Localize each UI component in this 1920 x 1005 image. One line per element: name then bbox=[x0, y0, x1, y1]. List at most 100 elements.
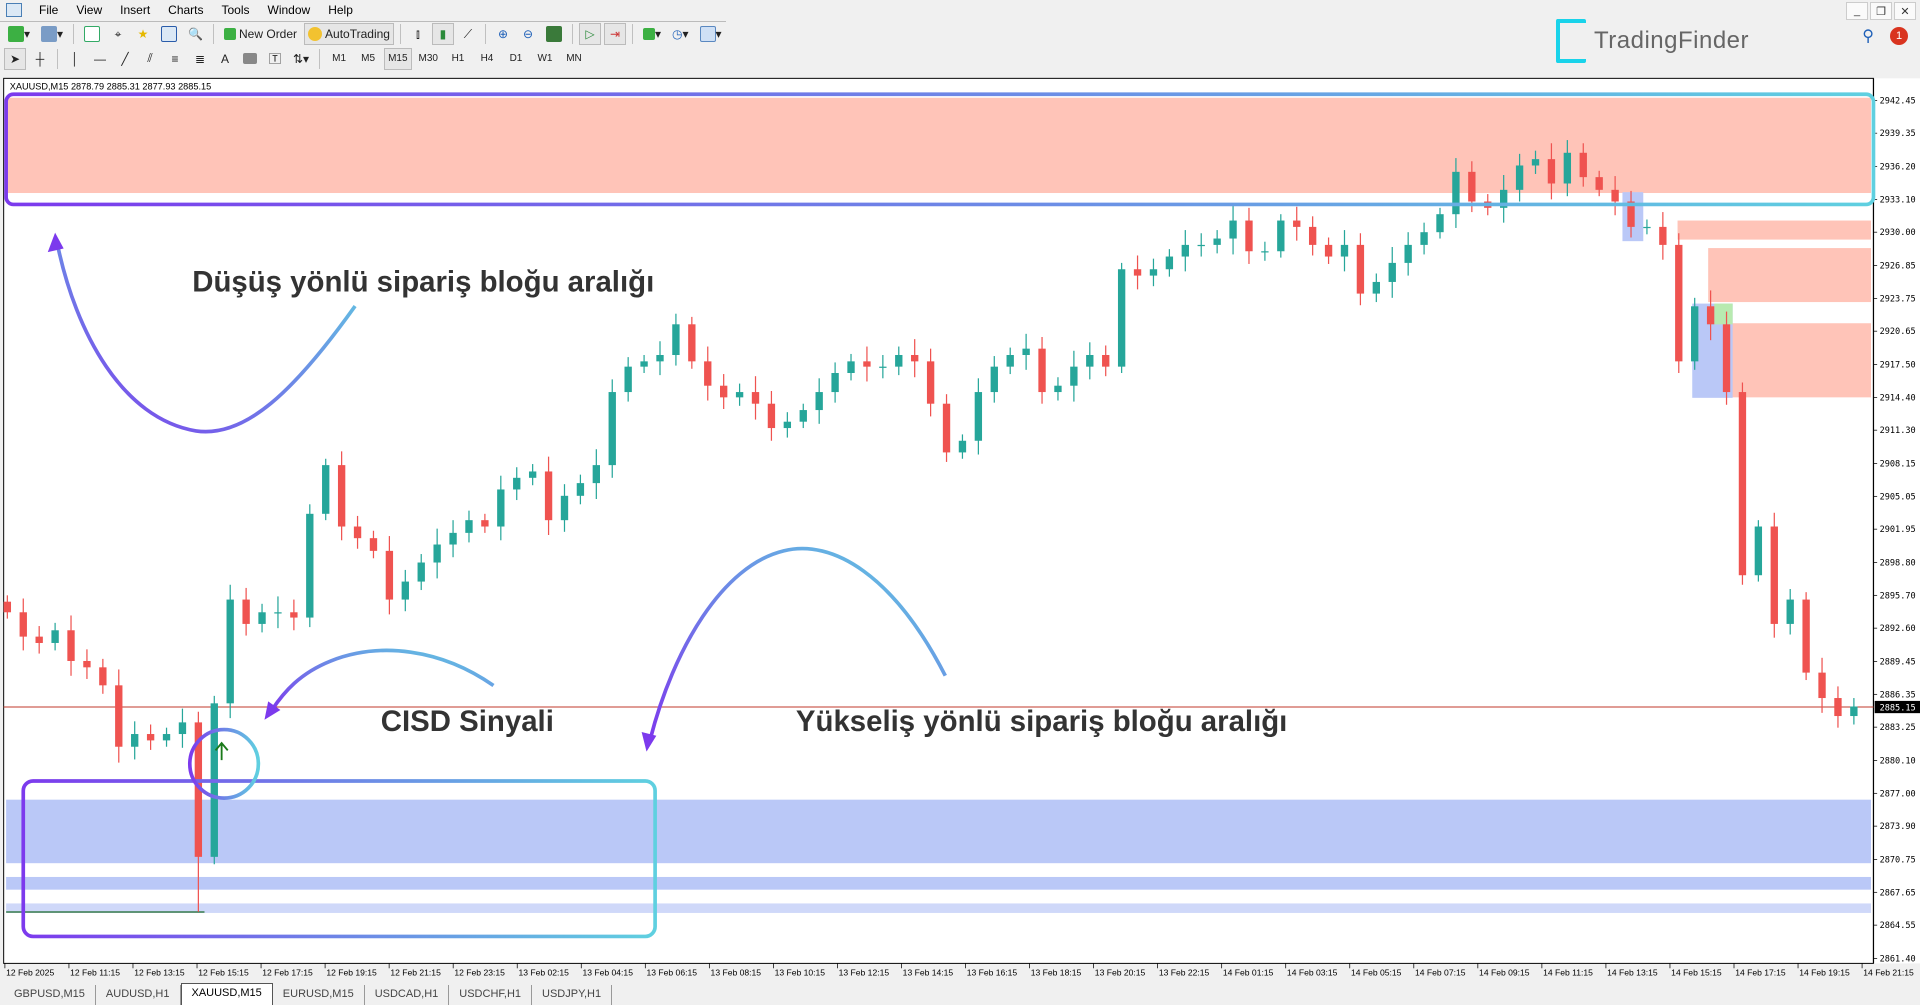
price-label: 2914.40 bbox=[1880, 393, 1916, 403]
tab-eurusd-m15[interactable]: EURUSD,M15 bbox=[273, 985, 365, 1005]
candle-body bbox=[1340, 244, 1349, 257]
price-label: 2939.35 bbox=[1880, 129, 1916, 139]
time-label: 13 Feb 04:15 bbox=[582, 968, 633, 978]
candle-body bbox=[1595, 177, 1603, 190]
price-label: 2883.25 bbox=[1880, 723, 1916, 733]
candle-body bbox=[1356, 244, 1365, 294]
candle-body bbox=[131, 734, 139, 747]
price-label: 2933.10 bbox=[1880, 195, 1916, 205]
time-label: 12 Feb 11:15 bbox=[70, 968, 120, 978]
candle-body bbox=[751, 392, 760, 404]
cisd-label: CISD Sinyali bbox=[381, 705, 554, 738]
candle-body bbox=[178, 722, 187, 735]
candle-body bbox=[688, 324, 696, 362]
candle-body bbox=[1770, 526, 1778, 624]
tab-audusd-h1[interactable]: AUDUSD,H1 bbox=[96, 985, 181, 1005]
candle-body bbox=[592, 465, 600, 484]
price-label: 2905.05 bbox=[1880, 492, 1916, 502]
candle-body bbox=[481, 520, 489, 527]
time-label: 14 Feb 19:15 bbox=[1799, 968, 1850, 978]
price-label: 2911.30 bbox=[1880, 426, 1916, 436]
candle-body bbox=[115, 685, 123, 747]
time-label: 12 Feb 17:15 bbox=[262, 968, 313, 978]
time-label: 14 Feb 09:15 bbox=[1479, 968, 1530, 978]
price-label: 2864.55 bbox=[1880, 921, 1916, 931]
candle-body bbox=[513, 477, 521, 490]
candle-body bbox=[1324, 244, 1333, 257]
candle-body bbox=[99, 667, 107, 686]
tab-gbpusd-m15[interactable]: GBPUSD,M15 bbox=[4, 985, 96, 1005]
candle-body bbox=[895, 355, 903, 367]
candle-body bbox=[433, 544, 441, 563]
candle-body bbox=[274, 612, 282, 614]
candle-body bbox=[720, 385, 728, 398]
candle-body bbox=[417, 562, 425, 582]
candle-body bbox=[1754, 526, 1763, 576]
time-label: 13 Feb 06:15 bbox=[647, 968, 698, 978]
candle-body bbox=[1261, 251, 1269, 253]
price-label: 2920.65 bbox=[1880, 327, 1916, 337]
candle-body bbox=[1054, 385, 1062, 393]
time-label: 14 Feb 13:15 bbox=[1607, 968, 1658, 978]
candle-body bbox=[990, 366, 998, 393]
candle-body bbox=[1181, 244, 1189, 257]
candle-body bbox=[560, 495, 569, 521]
candle-body bbox=[1802, 599, 1810, 673]
candle-body bbox=[1404, 244, 1412, 263]
time-label: 13 Feb 20:15 bbox=[1095, 968, 1146, 978]
candle-body bbox=[1388, 262, 1396, 282]
candle-body bbox=[1277, 220, 1285, 252]
green-zone-marker bbox=[1714, 303, 1733, 325]
candle-body bbox=[1229, 220, 1237, 239]
time-label: 13 Feb 18:15 bbox=[1031, 968, 1082, 978]
time-label: 14 Feb 01:15 bbox=[1223, 968, 1274, 978]
candle-body bbox=[290, 612, 298, 618]
candle-body bbox=[162, 734, 171, 741]
candle-body bbox=[1722, 324, 1731, 393]
candle-body bbox=[942, 403, 951, 453]
tab-usdjpy-h1[interactable]: USDJPY,H1 bbox=[532, 985, 613, 1005]
price-label: 2898.80 bbox=[1880, 559, 1916, 569]
candle-body bbox=[35, 636, 43, 643]
time-label: 12 Feb 19:15 bbox=[326, 968, 377, 978]
candle-body bbox=[528, 471, 537, 478]
candle-body bbox=[1022, 348, 1030, 356]
candle-body bbox=[3, 601, 12, 613]
bearish-order-block-zone bbox=[1726, 323, 1872, 398]
tab-usdcad-h1[interactable]: USDCAD,H1 bbox=[365, 985, 450, 1005]
candle-body bbox=[879, 366, 887, 368]
candle-body bbox=[656, 355, 664, 362]
time-label: 13 Feb 12:15 bbox=[839, 968, 890, 978]
bearish-order-block-zone bbox=[1708, 248, 1872, 303]
candle-body bbox=[83, 660, 91, 668]
current-price-label: 2885.15 bbox=[1880, 704, 1916, 714]
tab-usdchf-h1[interactable]: USDCHF,H1 bbox=[449, 985, 533, 1005]
time-label: 14 Feb 15:15 bbox=[1671, 968, 1722, 978]
price-label: 2923.75 bbox=[1880, 294, 1916, 304]
candle-body bbox=[576, 483, 585, 496]
candle-body bbox=[1786, 599, 1794, 624]
time-label: 12 Feb 23:15 bbox=[454, 968, 505, 978]
bearish-order-block-zone bbox=[6, 97, 1872, 194]
candle-body bbox=[1070, 366, 1078, 386]
chart-header: XAUUSD,M15 2878.79 2885.31 2877.93 2885.… bbox=[10, 81, 211, 91]
price-label: 2936.20 bbox=[1880, 163, 1916, 173]
candle-body bbox=[1675, 244, 1683, 362]
price-label: 2867.65 bbox=[1880, 888, 1916, 898]
bullish-order-block-zone bbox=[6, 876, 1872, 890]
candle-body bbox=[847, 361, 855, 374]
price-label: 2892.60 bbox=[1880, 624, 1916, 634]
candle-body bbox=[640, 361, 648, 367]
chart-tabs: GBPUSD,M15 AUDUSD,H1 XAUUSD,M15 EURUSD,M15 U… bbox=[0, 983, 1920, 1005]
candle-body bbox=[1436, 214, 1444, 233]
price-chart[interactable]: 2942.45 2939.35 2936.20 2933.10 2930.00 2926.… bbox=[0, 0, 1920, 1005]
candle-body bbox=[1372, 281, 1380, 294]
tab-xauusd-m15[interactable]: XAUUSD,M15 bbox=[180, 983, 273, 1005]
candle-body bbox=[1515, 165, 1524, 190]
candle-body bbox=[242, 599, 250, 624]
candle-body bbox=[799, 410, 807, 422]
candle-body bbox=[1563, 152, 1572, 184]
price-label: 2877.00 bbox=[1880, 789, 1916, 799]
candle-body bbox=[911, 355, 919, 362]
candle-body bbox=[1818, 672, 1826, 699]
